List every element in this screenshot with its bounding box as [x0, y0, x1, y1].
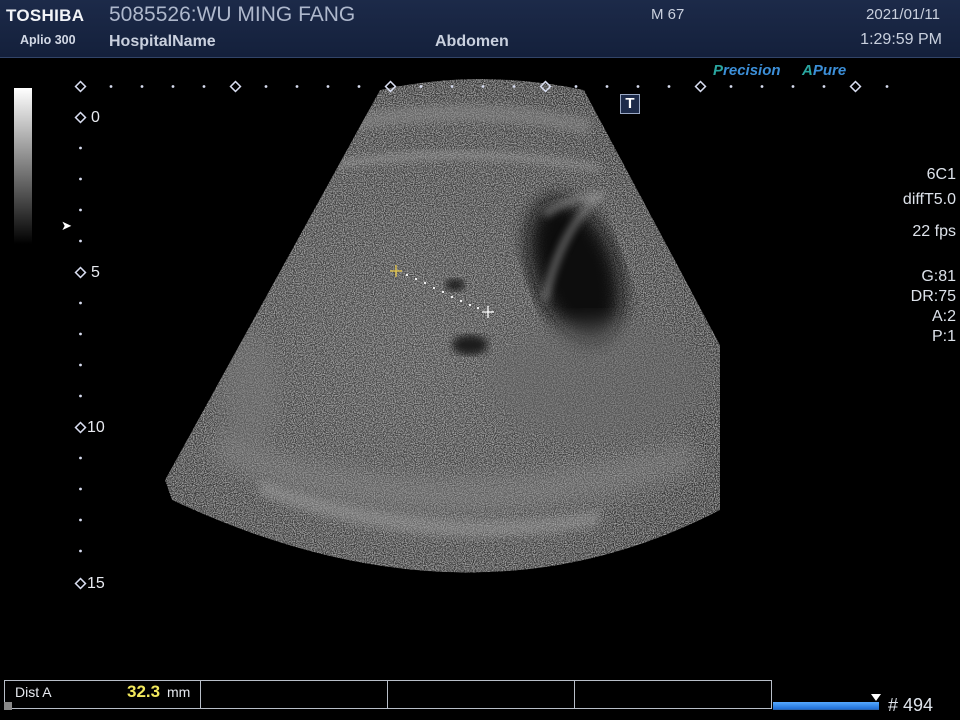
measurement-cell-empty[interactable] [201, 681, 388, 708]
a-setting-readout: A:2 [931, 308, 956, 325]
measurement-value: 32.3 [127, 682, 161, 701]
precision-logo-rest: recision [723, 62, 781, 79]
focus-marker-icon[interactable]: ➤ [61, 219, 72, 232]
b-mode-image [165, 79, 720, 573]
depth-scale [74, 111, 87, 590]
apure-logo-rest: Pure [812, 62, 847, 79]
depth-label-15: 15 [87, 575, 105, 592]
gain-readout: G:81 [921, 268, 956, 285]
depth-label-0: 0 [91, 109, 100, 126]
cine-progress-fill [773, 702, 879, 709]
grayscale-bar [14, 88, 32, 244]
p-setting-readout: P:1 [931, 328, 956, 345]
cine-position-handle-icon[interactable] [871, 694, 881, 701]
dynamic-range-readout: DR:75 [910, 288, 956, 305]
frame-rate: 22 fps [912, 223, 956, 240]
measurement-table: Dist A 32.3 mm [4, 680, 772, 709]
apure-logo: APure [802, 62, 846, 79]
precision-logo-initial: P [713, 62, 724, 79]
frame-number: # 494 [888, 695, 934, 715]
depth-label-5: 5 [91, 264, 100, 281]
ultrasound-scan-area[interactable] [0, 0, 960, 720]
measurement-cell-empty[interactable] [388, 681, 575, 708]
measurement-unit: mm [167, 684, 191, 700]
transducer-orientation-marker: T [620, 94, 640, 114]
depth-label-10: 10 [87, 419, 105, 436]
measurement-cell-dist-a[interactable]: Dist A 32.3 mm [5, 681, 201, 708]
measurement-label: Dist A [15, 684, 52, 700]
precision-logo: Precision [713, 62, 781, 79]
preset-name: diffT5.0 [902, 191, 956, 208]
measurement-cell-empty[interactable] [575, 681, 771, 708]
cine-progress-bar[interactable] [773, 702, 879, 710]
probe-name: 6C1 [926, 166, 956, 183]
apure-logo-initial: A [802, 62, 813, 79]
status-square-icon [4, 702, 12, 710]
